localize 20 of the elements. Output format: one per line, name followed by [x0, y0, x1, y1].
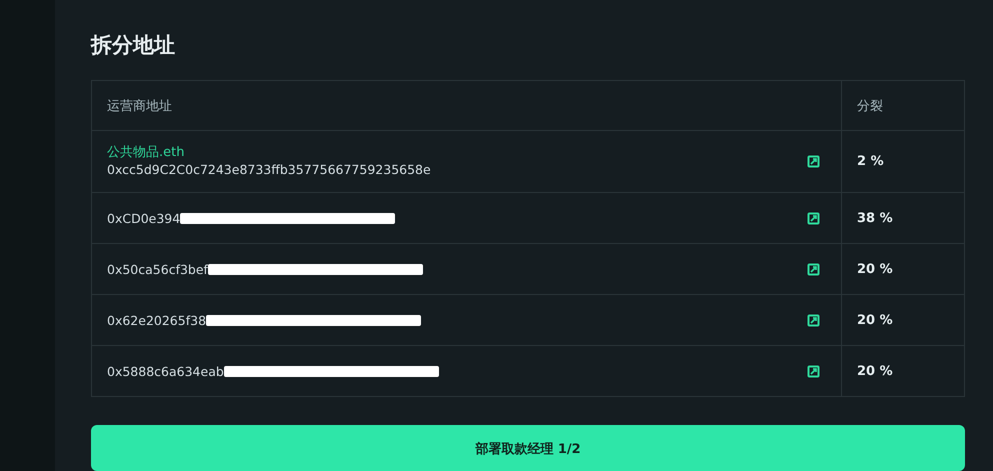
external-link-icon[interactable] [807, 262, 820, 276]
split-percent: 20 % [857, 364, 893, 378]
address-text: 0xcc5d9C2C0c7243e8733ffb35775667759235658e [107, 161, 431, 178]
address-text: 0x5888c6a634eab [107, 362, 224, 380]
column-header: 分裂 [857, 98, 883, 114]
deploy-button[interactable]: 部署取款经理 1/2 [91, 425, 965, 471]
address-text: 0x50ca56cf3bef [107, 260, 208, 278]
split-percent: 20 % [857, 312, 893, 328]
section-title: 拆分地址 [91, 32, 176, 59]
split-percent: 38 % [857, 210, 893, 226]
address-text: 0x62e20265f38 [107, 312, 206, 328]
external-link-icon[interactable] [807, 364, 820, 378]
split-percent: 20 % [857, 262, 893, 276]
ens-name: 公共物品.eth [107, 145, 186, 161]
split-percent: 2 % [857, 154, 884, 169]
external-link-icon[interactable] [807, 212, 820, 224]
column-header: 运营商地址 [107, 98, 172, 114]
external-link-icon[interactable] [807, 155, 820, 168]
external-link-icon[interactable] [807, 314, 820, 326]
address-text: 0xCD0e394 [107, 210, 180, 226]
